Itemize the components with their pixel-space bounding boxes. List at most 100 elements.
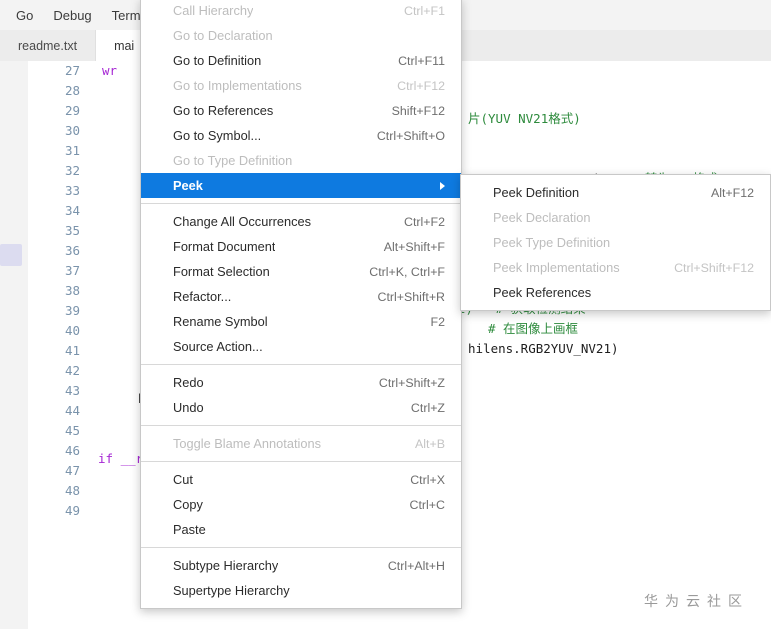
menu-item-go-to-symbol[interactable]: Go to Symbol... Ctrl+Shift+O: [141, 123, 461, 148]
line-number: 47: [64, 463, 80, 478]
code-line: if __r: [98, 451, 144, 466]
menu-item-label: Peek Implementations: [493, 260, 620, 275]
menu-item-label: Refactor...: [173, 289, 232, 304]
menu-item-change-all-occurrences[interactable]: Change All Occurrences Ctrl+F2: [141, 209, 461, 234]
menu-item-shortcut: Ctrl+Alt+H: [387, 558, 445, 573]
menu-item-undo[interactable]: Undo Ctrl+Z: [141, 395, 461, 420]
code-line: 片(YUV NV21格式): [468, 111, 581, 126]
line-number: 39: [64, 303, 80, 318]
menu-item-shortcut: Alt+F12: [710, 185, 754, 200]
menu-item-source-action[interactable]: Source Action...: [141, 334, 461, 359]
menu-item-shortcut: Ctrl+F1: [404, 3, 445, 18]
code-line: # 在图像上画框: [488, 321, 579, 336]
line-number: 44: [64, 403, 80, 418]
menu-item-toggle-blame-annotations: Toggle Blame Annotations Alt+B: [141, 431, 461, 456]
menu-item-shortcut: F2: [430, 314, 445, 329]
menu-item-label: Toggle Blame Annotations: [173, 436, 321, 451]
menu-item-shortcut: Ctrl+F11: [398, 53, 445, 68]
menu-item-supertype-hierarchy[interactable]: Supertype Hierarchy: [141, 578, 461, 603]
line-number: 30: [64, 123, 80, 138]
menu-item-peek-implementations: Peek Implementations Ctrl+Shift+F12: [461, 255, 770, 280]
menu-item-shortcut: Ctrl+Shift+F12: [674, 260, 754, 275]
tab-readme-txt[interactable]: readme.txt: [0, 30, 97, 61]
menu-item-peek[interactable]: Peek: [141, 173, 461, 198]
line-number: 40: [64, 323, 80, 338]
line-number: 27: [64, 63, 80, 78]
menu-item-label: Copy: [173, 497, 203, 512]
line-number: 28: [64, 83, 80, 98]
activity-rail: [0, 61, 28, 629]
menu-item-format-selection[interactable]: Format Selection Ctrl+K, Ctrl+F: [141, 259, 461, 284]
line-number: 46: [64, 443, 80, 458]
menu-separator: [141, 461, 461, 462]
menu-item-shortcut: Alt+B: [415, 436, 445, 451]
menu-item-rename-symbol[interactable]: Rename Symbol F2: [141, 309, 461, 334]
line-number: 36: [64, 243, 80, 258]
menu-item-label: Peek Definition: [493, 185, 580, 200]
line-number: 38: [64, 283, 80, 298]
menu-item-label: Go to References: [173, 103, 274, 118]
line-number: 41: [64, 343, 80, 358]
menu-item-shortcut: Ctrl+X: [410, 472, 445, 487]
line-number: 32: [64, 163, 80, 178]
menu-item-label: Go to Declaration: [173, 28, 273, 43]
menu-item-go-to-type-definition: Go to Type Definition: [141, 148, 461, 173]
line-number: 29: [64, 103, 80, 118]
menu-item-label: Redo: [173, 375, 204, 390]
menu-item-shortcut: Alt+Shift+F: [383, 239, 445, 254]
menu-item-go-to-definition[interactable]: Go to Definition Ctrl+F11: [141, 48, 461, 73]
menu-item-label: Peek Type Definition: [493, 235, 611, 250]
line-number: 42: [64, 363, 80, 378]
menu-item-shortcut: Ctrl+C: [409, 497, 445, 512]
menu-item-format-document[interactable]: Format Document Alt+Shift+F: [141, 234, 461, 259]
peek-submenu[interactable]: Peek Definition Alt+F12 Peek Declaration Pe…: [460, 174, 771, 311]
menu-item-shortcut: Ctrl+F2: [404, 214, 445, 229]
line-number: 33: [64, 183, 80, 198]
line-number: 45: [64, 423, 80, 438]
rail-indicator: [0, 244, 22, 266]
menubar-item-debug[interactable]: Debug: [43, 4, 101, 27]
menu-item-peek-references[interactable]: Peek References: [461, 280, 770, 305]
menu-item-label: Peek: [173, 178, 203, 193]
code-line: hilens.RGB2YUV_NV21): [468, 341, 619, 356]
menu-separator: [141, 425, 461, 426]
menu-item-shortcut: Ctrl+F12: [397, 78, 445, 93]
menu-item-cut[interactable]: Cut Ctrl+X: [141, 467, 461, 492]
menu-item-label: Call Hierarchy: [173, 3, 254, 18]
menu-item-redo[interactable]: Redo Ctrl+Shift+Z: [141, 370, 461, 395]
line-number: 48: [64, 483, 80, 498]
menu-item-label: Format Selection: [173, 264, 270, 279]
menu-item-label: Source Action...: [173, 339, 263, 354]
menu-item-label: Supertype Hierarchy: [173, 583, 290, 598]
menu-item-label: Peek Declaration: [493, 210, 591, 225]
menu-item-shortcut: Ctrl+K, Ctrl+F: [369, 264, 445, 279]
menu-item-label: Paste: [173, 522, 206, 537]
line-number: 34: [64, 203, 80, 218]
menubar-item-go[interactable]: Go: [6, 4, 43, 27]
menu-item-label: Format Document: [173, 239, 276, 254]
menu-item-label: Go to Symbol...: [173, 128, 262, 143]
editor-context-menu[interactable]: Call Hierarchy Ctrl+F1 Go to Declaration Go…: [140, 0, 462, 609]
menu-item-label: Subtype Hierarchy: [173, 558, 279, 573]
line-number: 31: [64, 143, 80, 158]
menu-item-refactor[interactable]: Refactor... Ctrl+Shift+R: [141, 284, 461, 309]
menu-item-shortcut: Ctrl+Shift+R: [377, 289, 445, 304]
menu-item-shortcut: Shift+F12: [391, 103, 445, 118]
line-number: 37: [64, 263, 80, 278]
menu-item-peek-declaration: Peek Declaration: [461, 205, 770, 230]
menu-item-label: Rename Symbol: [173, 314, 268, 329]
menu-item-peek-type-definition: Peek Type Definition: [461, 230, 770, 255]
menu-item-subtype-hierarchy[interactable]: Subtype Hierarchy Ctrl+Alt+H: [141, 553, 461, 578]
menu-item-label: Peek References: [493, 285, 592, 300]
menu-item-call-hierarchy: Call Hierarchy Ctrl+F1: [141, 0, 461, 23]
menu-item-label: Go to Definition: [173, 53, 262, 68]
menu-item-copy[interactable]: Copy Ctrl+C: [141, 492, 461, 517]
menu-item-peek-definition[interactable]: Peek Definition Alt+F12: [461, 180, 770, 205]
menu-item-label: Undo: [173, 400, 204, 415]
menu-item-go-to-references[interactable]: Go to References Shift+F12: [141, 98, 461, 123]
menu-item-label: Go to Type Definition: [173, 153, 293, 168]
menu-item-label: Go to Implementations: [173, 78, 302, 93]
menu-item-paste[interactable]: Paste: [141, 517, 461, 542]
menu-item-shortcut: Ctrl+Shift+O: [376, 128, 445, 143]
menu-item-shortcut: Ctrl+Shift+Z: [378, 375, 445, 390]
